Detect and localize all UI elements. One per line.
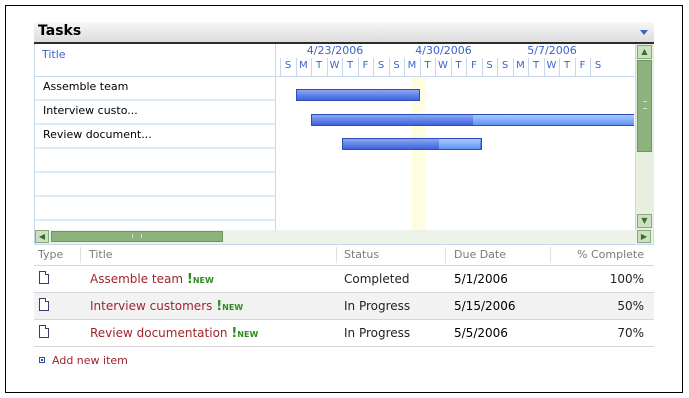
gantt-day-label: T [450,58,466,76]
webpart-menu-arrow-icon[interactable] [640,30,648,35]
scrollbar-thumb[interactable] [637,60,652,152]
document-icon[interactable] [39,298,49,311]
table-row: Review documentation !NEW In Progress 5/… [34,320,654,347]
gantt-day-label: T [419,58,435,76]
item-percent-complete: 100% [609,272,644,286]
task-list-table: Type Title Status Due Date % Complete As… [34,245,654,367]
document-icon[interactable] [39,325,49,338]
gantt-task-bar[interactable] [295,89,420,101]
gantt-day-label: S [481,58,497,76]
gantt-day-label: M [404,58,419,76]
gantt-day-headers: SMTWTFSSMTWTFSSMTWTFS [276,58,634,76]
table-header: Type Title Status Due Date % Complete [34,245,654,266]
scroll-down-icon[interactable]: ▼ [637,214,652,228]
gantt-day-label: S [280,58,295,76]
gantt-empty-row [35,149,275,173]
column-title[interactable]: Title [89,248,113,261]
scroll-left-icon[interactable]: ◀ [35,230,49,243]
column-type[interactable]: Type [38,248,63,261]
gantt-day-label: M [295,58,311,76]
table-row: Interview customers !NEW In Progress 5/1… [34,293,654,320]
gantt-remaining-segment [472,115,634,125]
add-new-item-link[interactable]: Add new item [39,354,128,367]
item-percent-complete: 70% [617,326,644,340]
item-due-date: 5/5/2006 [454,326,508,340]
item-status: Completed [344,272,410,286]
item-percent-complete: 50% [617,299,644,313]
column-due-date[interactable]: Due Date [454,248,506,261]
gantt-remaining-segment [438,139,481,149]
gantt-day-label: M [512,58,528,76]
gantt-day-label: S [388,58,404,76]
gantt-week-headers: 4/23/2006 4/30/2006 5/7/2006 [276,44,634,58]
gantt-day-label: T [311,58,326,76]
gantt-day-label: S [497,58,512,76]
gantt-task-list: Title Assemble team Interview custo... R… [35,44,276,230]
table-row: Assemble team !NEW Completed 5/1/2006 10… [34,266,654,293]
item-due-date: 5/1/2006 [454,272,508,286]
new-badge-icon: !NEW [186,272,214,287]
column-percent-complete[interactable]: % Complete [577,248,644,261]
gantt-horizontal-scrollbar[interactable]: ◀ ▶ [34,230,654,245]
add-item-bullet-icon [39,357,45,363]
gantt-task-row[interactable]: Assemble team [35,77,275,101]
item-title-link[interactable]: Assemble team !NEW [90,272,214,287]
webpart-header: Tasks [34,22,654,44]
gantt-empty-row [35,197,275,221]
webpart-title: Tasks [38,23,82,39]
gantt-day-label: F [466,58,481,76]
document-icon[interactable] [39,271,49,284]
gantt-day-label: T [528,58,543,76]
gantt-title-header[interactable]: Title [35,44,275,77]
tasks-webpart: Tasks Title Assemble team Interview cust… [34,22,654,367]
gantt-day-label: W [543,58,559,76]
gantt-day-label: S [590,58,605,76]
gantt-empty-row [35,173,275,197]
gantt-day-label: S [373,58,388,76]
gantt-view: Title Assemble team Interview custo... R… [34,44,654,230]
gantt-day-label: F [574,58,590,76]
scroll-right-icon[interactable]: ▶ [637,230,651,243]
item-title-link[interactable]: Review documentation !NEW [90,326,258,341]
gantt-day-label: W [435,58,450,76]
gantt-day-label: W [326,58,342,76]
item-status: In Progress [344,299,411,313]
gantt-week-label: 5/7/2006 [527,44,577,57]
gantt-task-bar[interactable] [311,114,634,126]
scrollbar-thumb[interactable] [51,231,223,242]
item-status: In Progress [344,326,411,340]
item-due-date: 5/15/2006 [454,299,516,313]
gantt-vertical-scrollbar[interactable]: ▲ ▼ [635,44,654,230]
gantt-timeline: 4/23/2006 4/30/2006 5/7/2006 SMTWTFSSMTWTF… [276,44,634,230]
item-title-link[interactable]: Interview customers !NEW [90,299,243,314]
gantt-task-row[interactable]: Interview custo... [35,101,275,125]
gantt-day-label: F [357,58,373,76]
gantt-task-row[interactable]: Review document... [35,125,275,149]
gantt-day-label: T [342,58,357,76]
scroll-up-icon[interactable]: ▲ [637,45,652,59]
gantt-day-label: T [559,58,574,76]
column-status[interactable]: Status [344,248,379,261]
new-badge-icon: !NEW [231,326,259,341]
new-badge-icon: !NEW [216,299,244,314]
gantt-task-bar[interactable] [342,138,482,150]
